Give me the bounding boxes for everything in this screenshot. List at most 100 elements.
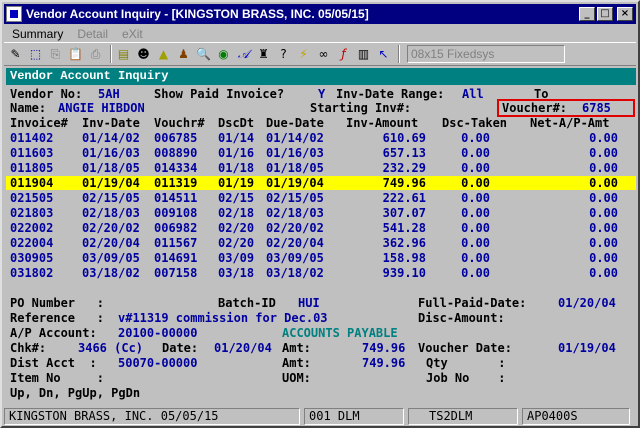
- batch-id-value: HUI: [298, 296, 320, 310]
- vendor-no-value[interactable]: 5AH: [98, 87, 120, 101]
- table-row[interactable]: 021803 02/18/03 009108 02/18 02/18/03 307.07 0…: [6, 206, 636, 220]
- table-cell: 0.00: [589, 146, 618, 160]
- person-icon[interactable]: ♜: [255, 45, 272, 63]
- edit-icon[interactable]: ✎: [7, 45, 24, 63]
- table-row[interactable]: 021505 02/15/05 014511 02/15 02/15/05 222.61 0…: [6, 191, 636, 205]
- table-cell: 02/18: [218, 206, 255, 220]
- column-header: DscDt: [218, 116, 255, 130]
- table-cell: 031802: [10, 266, 54, 280]
- lightning-icon[interactable]: ⚡: [295, 45, 312, 63]
- title-bar[interactable]: Vendor Account Inquiry - [KINGSTON BRASS…: [4, 4, 636, 24]
- table-cell: 014334: [154, 161, 198, 175]
- notes-icon[interactable]: ▤: [115, 45, 132, 63]
- table-row[interactable]: 031802 03/18/02 007158 03/18 03/18/02 939.10 0…: [6, 266, 636, 280]
- table-cell: 01/18/05: [266, 161, 324, 175]
- select-icon[interactable]: ⬚: [27, 45, 44, 63]
- table-cell: 008890: [154, 146, 198, 160]
- batch-id-label: Batch-ID: [218, 296, 276, 310]
- menu-summary[interactable]: Summary: [12, 27, 63, 41]
- table-cell: 0.00: [589, 221, 618, 235]
- table-cell: 02/15/05: [266, 191, 324, 205]
- reference-value: v#11319 commission for Dec.03: [118, 311, 328, 325]
- function-icon[interactable]: ƒ: [335, 45, 352, 63]
- status-company: KINGSTON BRASS, INC. 05/05/15: [4, 407, 300, 425]
- table-cell: 02/20/04: [82, 236, 140, 250]
- close-button[interactable]: ×: [617, 7, 633, 21]
- dist-acct-label: Dist Acct :: [10, 356, 97, 370]
- font-icon[interactable]: 𝒜: [235, 45, 252, 63]
- font-selector[interactable]: 08x15 Fixedsys: [407, 45, 565, 63]
- toolbar-separator: [398, 45, 400, 63]
- table-cell: 0.00: [461, 176, 490, 190]
- vendor-no-label: Vendor No:: [10, 87, 83, 101]
- table-row[interactable]: 022004 02/20/04 011567 02/20 02/20/04 362.96 0…: [6, 236, 636, 250]
- table-cell: 030905: [10, 251, 54, 265]
- app-icon[interactable]: [6, 6, 22, 22]
- user-icon[interactable]: ☻: [135, 45, 152, 63]
- status-user: 001 DLM: [304, 407, 404, 425]
- table-cell: 222.61: [382, 191, 426, 205]
- table-cell: 009108: [154, 206, 198, 220]
- inv-date-range-label: Inv-Date Range:: [336, 87, 445, 101]
- table-cell: 01/14: [218, 131, 255, 145]
- paste-icon[interactable]: 📋: [67, 45, 84, 63]
- table-cell: 0.00: [461, 251, 490, 265]
- search-icon[interactable]: 🔍: [195, 45, 212, 63]
- table-cell: 011319: [154, 176, 198, 190]
- minimize-button[interactable]: _: [579, 7, 595, 21]
- calculator-icon[interactable]: ▥: [355, 45, 372, 63]
- column-header: Due-Date: [266, 116, 324, 130]
- context-help-icon[interactable]: ↖: [375, 45, 392, 63]
- table-cell: 01/19/04: [266, 176, 324, 190]
- item-no-label: Item No :: [10, 371, 104, 385]
- table-row[interactable]: 022002 02/20/02 006982 02/20 02/20/02 541.28 0…: [6, 221, 636, 235]
- table-cell: 03/18/02: [266, 266, 324, 280]
- terminal-screen[interactable]: Vendor Account Inquiry Vendor No: 5AH Sh…: [6, 68, 636, 403]
- table-cell: 01/14/02: [266, 131, 324, 145]
- date-value: 01/20/04: [214, 341, 272, 355]
- table-cell: 0.00: [589, 176, 618, 190]
- table-cell: 006982: [154, 221, 198, 235]
- table-cell: 02/15: [218, 191, 255, 205]
- keys-hint: Up, Dn, PgUp, PgDn: [10, 386, 141, 400]
- table-cell: 01/16: [218, 146, 255, 160]
- date-label: Date:: [162, 341, 199, 355]
- chk-value: 3466 (Cc): [78, 341, 144, 355]
- table-cell: 232.29: [382, 161, 426, 175]
- table-cell: 0.00: [461, 221, 490, 235]
- column-header: Inv-Date: [82, 116, 140, 130]
- table-cell: 158.98: [382, 251, 426, 265]
- table-cell: 022004: [10, 236, 54, 250]
- amt2-value: 749.96: [362, 356, 406, 370]
- print-icon[interactable]: ⎙: [87, 45, 104, 63]
- maximize-button[interactable]: □: [597, 7, 613, 21]
- table-cell: 0.00: [589, 236, 618, 250]
- starting-inv-label: Starting Inv#:: [310, 101, 412, 115]
- inv-date-range-value[interactable]: All: [462, 87, 484, 101]
- menu-exit[interactable]: eXit: [122, 27, 143, 41]
- table-row[interactable]: 011904 01/19/04 011319 01/19 01/19/04 749.96 0…: [6, 176, 636, 190]
- table-row[interactable]: 011402 01/14/02 006785 01/14 01/14/02 610.69 0…: [6, 131, 636, 145]
- ap-account-value: 20100-00000: [118, 326, 198, 340]
- table-cell: 0.00: [461, 161, 490, 175]
- table-cell: 01/16/03: [82, 146, 140, 160]
- table-cell: 0.00: [589, 206, 618, 220]
- table-cell: 011567: [154, 236, 198, 250]
- table-row[interactable]: 011805 01/18/05 014334 01/18 01/18/05 232.29 0…: [6, 161, 636, 175]
- link-icon[interactable]: ∞: [315, 45, 332, 63]
- menu-detail[interactable]: Detail: [77, 27, 108, 41]
- group-icon[interactable]: ♟: [175, 45, 192, 63]
- table-cell: 02/20/02: [266, 221, 324, 235]
- show-paid-value[interactable]: Y: [318, 87, 325, 101]
- help-icon[interactable]: ?: [275, 45, 292, 63]
- ap-account-name: ACCOUNTS PAYABLE: [282, 326, 398, 340]
- alert-icon[interactable]: ▲: [155, 45, 172, 63]
- copy-icon[interactable]: ⎘: [47, 45, 64, 63]
- status-bar: KINGSTON BRASS, INC. 05/05/15 001 DLM TS…: [4, 406, 636, 426]
- table-cell: 011904: [10, 176, 54, 190]
- globe-icon[interactable]: ◉: [215, 45, 232, 63]
- table-row[interactable]: 011603 01/16/03 008890 01/16 01/16/03 657.13 0…: [6, 146, 636, 160]
- table-cell: 01/18/05: [82, 161, 140, 175]
- table-row[interactable]: 030905 03/09/05 014691 03/09 03/09/05 158.98 0…: [6, 251, 636, 265]
- table-cell: 01/18: [218, 161, 255, 175]
